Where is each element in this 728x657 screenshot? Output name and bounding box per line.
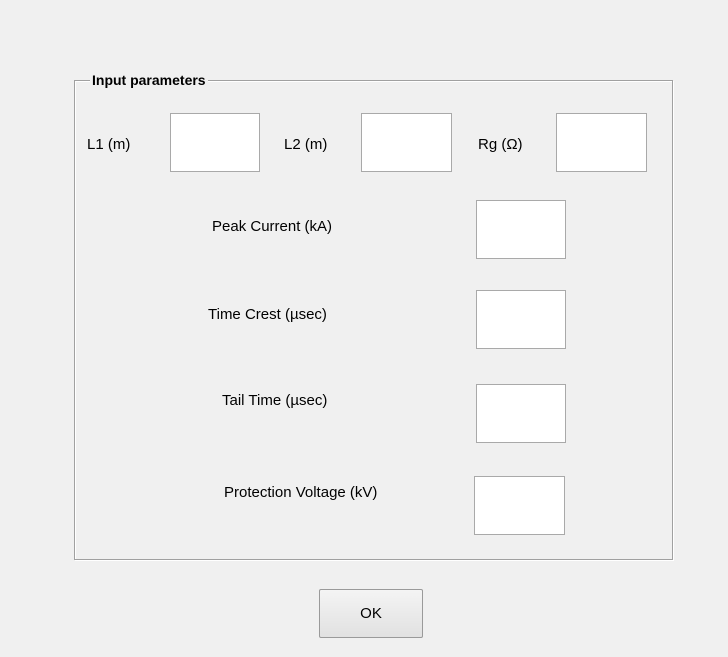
tail-time-label: Tail Time (µsec) — [222, 392, 328, 409]
l1-label: L1 (m) — [87, 136, 131, 153]
l1-input[interactable] — [170, 113, 260, 172]
panel-title: Input parameters — [90, 72, 208, 88]
ok-button[interactable]: OK — [319, 589, 423, 638]
tail-time-input[interactable] — [476, 384, 566, 443]
protection-voltage-label: Protection Voltage (kV) — [224, 484, 378, 501]
peak-current-input[interactable] — [476, 200, 566, 259]
rg-input[interactable] — [556, 113, 647, 172]
time-crest-input[interactable] — [476, 290, 566, 349]
rg-label: Rg (Ω) — [478, 136, 523, 153]
l2-input[interactable] — [361, 113, 452, 172]
l2-label: L2 (m) — [284, 136, 328, 153]
peak-current-label: Peak Current (kA) — [212, 218, 333, 235]
protection-voltage-input[interactable] — [474, 476, 565, 535]
time-crest-label: Time Crest (µsec) — [208, 306, 327, 323]
